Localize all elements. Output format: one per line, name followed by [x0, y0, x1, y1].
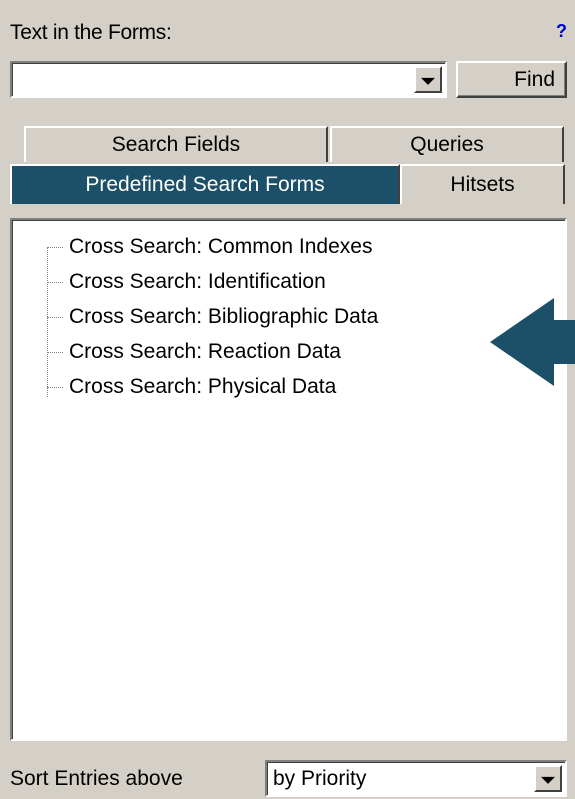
sort-dropdown-icon[interactable]	[534, 765, 562, 792]
tree-item-identification[interactable]: Cross Search: Identification	[47, 265, 326, 299]
tab-search-fields-label: Search Fields	[111, 133, 241, 156]
tree-item-common-indexes[interactable]: Cross Search: Common Indexes	[47, 230, 372, 264]
tree-item-bibliographic-data[interactable]: Cross Search: Bibliographic Data	[47, 300, 378, 334]
tab-hitsets[interactable]: Hitsets	[400, 164, 565, 204]
tab-search-fields[interactable]: Search Fields	[24, 126, 328, 162]
tree-item-label: Cross Search: Reaction Data	[69, 340, 341, 363]
tab-predefined-search-forms[interactable]: Predefined Search Forms	[10, 164, 400, 204]
tree-branch	[47, 316, 63, 318]
search-forms-tree[interactable]: Cross Search: Common Indexes Cross Searc…	[10, 218, 567, 741]
tab-predefined-label: Predefined Search Forms	[85, 173, 325, 196]
forms-text-label: Text in the Forms:	[10, 21, 172, 44]
tree-item-physical-data[interactable]: Cross Search: Physical Data	[47, 370, 336, 404]
tab-hitsets-label: Hitsets	[450, 173, 515, 196]
tree-branch	[47, 386, 63, 388]
tab-queries[interactable]: Queries	[330, 126, 564, 162]
sort-entries-value: by Priority	[273, 766, 367, 790]
tree-item-label: Cross Search: Common Indexes	[69, 235, 373, 258]
tree-item-label: Cross Search: Identification	[69, 270, 326, 293]
help-icon[interactable]: ?	[556, 21, 567, 42]
tree-branch	[47, 246, 63, 248]
tree-item-label: Cross Search: Bibliographic Data	[69, 305, 379, 328]
tab-queries-label: Queries	[410, 133, 484, 156]
left-arrow-icon	[490, 298, 575, 386]
tree-item-reaction-data[interactable]: Cross Search: Reaction Data	[47, 335, 341, 369]
combobox-dropdown-icon[interactable]	[414, 66, 442, 93]
tree-branch	[47, 351, 63, 353]
forms-text-combobox[interactable]	[10, 61, 447, 98]
tree-item-label: Cross Search: Physical Data	[69, 375, 337, 398]
sort-entries-select[interactable]: by Priority	[265, 760, 567, 797]
sort-entries-label: Sort Entries above	[10, 767, 183, 790]
find-button[interactable]: Find	[456, 61, 567, 98]
tree-branch	[47, 281, 63, 283]
